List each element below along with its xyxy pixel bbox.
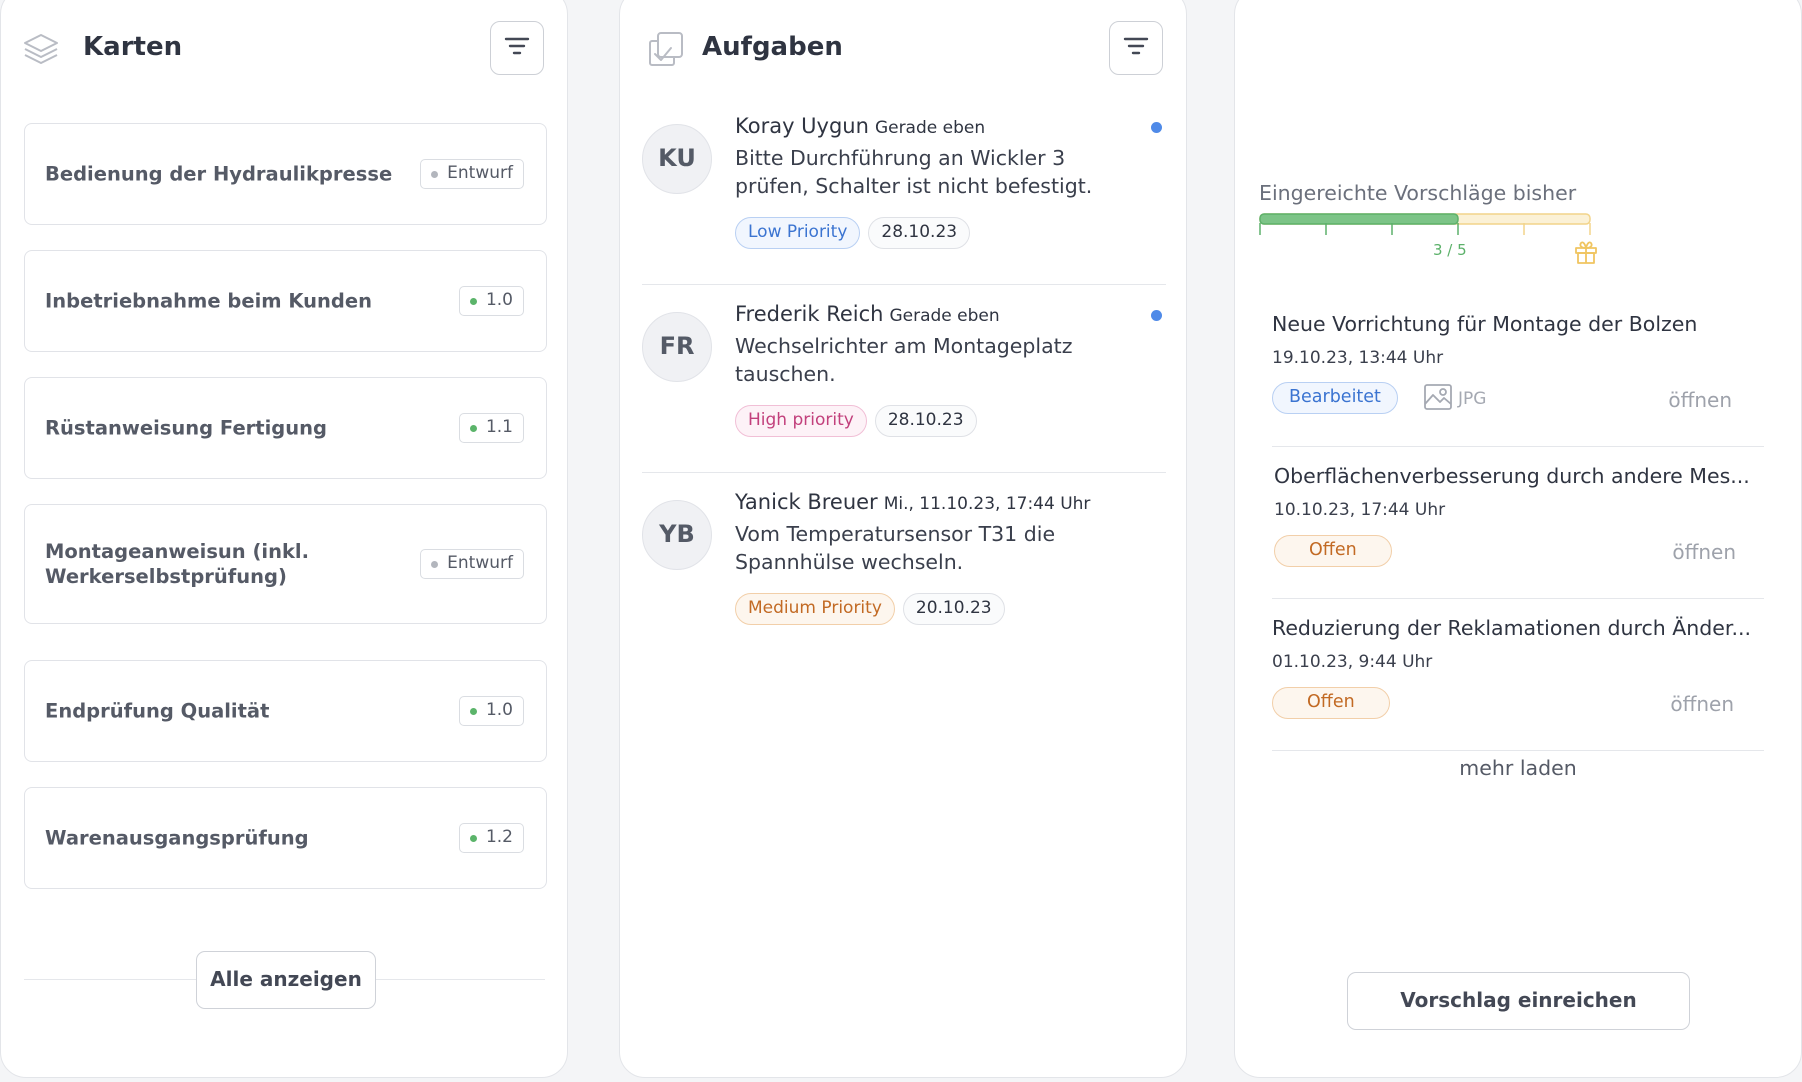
open-link[interactable]: öffnen [1670, 692, 1734, 716]
karten-filter-button[interactable] [490, 21, 544, 75]
suggestion-title: Neue Vorrichtung für Montage der Bolzen [1272, 312, 1698, 336]
karte-title: Bedienung der Hydraulikpresse [45, 162, 393, 186]
karte-title: Warenausgangsprüfung [45, 826, 309, 850]
karte-title: Inbetriebnahme beim Kunden [45, 289, 372, 313]
suggestion-date: 19.10.23, 13:44 Uhr [1272, 348, 1444, 368]
karte-status-badge: 1.0 [458, 286, 524, 316]
task-tags: Low Priority 28.10.23 [735, 217, 971, 249]
status-dot [469, 835, 477, 842]
load-more-link[interactable]: mehr laden [1235, 756, 1801, 780]
avatar: KU [642, 124, 712, 194]
task-item[interactable]: KU Koray Uygun Gerade eben Bitte Durchfüh… [642, 114, 1166, 264]
filter-icon [1123, 36, 1149, 60]
suggestion-title: Oberflächenverbesserung durch andere Mes… [1274, 464, 1750, 488]
status-badge: Offen [1274, 535, 1392, 567]
suggestion-item[interactable]: Neue Vorrichtung für Montage der Bolzen … [1272, 312, 1765, 432]
karte-card[interactable]: Warenausgangsprüfung 1.2 [24, 787, 547, 889]
attachment-type: JPG [1458, 389, 1487, 409]
aufgaben-filter-button[interactable] [1109, 21, 1163, 75]
avatar: YB [642, 500, 712, 570]
suggestion-date: 01.10.23, 9:44 Uhr [1272, 652, 1433, 672]
karte-card[interactable]: Bedienung der Hydraulikpresse Entwurf [24, 123, 547, 225]
filter-icon [504, 36, 530, 60]
task-text: Vom Temperatursensor T31 die Spannhülse … [735, 522, 1056, 574]
task-time: Gerade eben [874, 118, 986, 138]
karte-status-badge: 1.1 [458, 413, 524, 443]
task-item[interactable]: YB Yanick Breuer Mi., 11.10.23, 17:44 Uhr… [642, 490, 1166, 640]
karte-title: Montageanweisun (inkl. Werkerselbstprüfu… [45, 540, 310, 588]
divider [642, 284, 1166, 285]
task-item[interactable]: FR Frederik Reich Gerade eben Wechselrich… [642, 302, 1166, 452]
vorschlaege-panel: Eingereichte Vorschläge bisher 3 / 5 Neu… [1234, 0, 1802, 1078]
submit-suggestion-button[interactable]: Vorschlag einreichen [1347, 972, 1690, 1030]
avatar: FR [642, 312, 712, 382]
divider [1272, 750, 1764, 751]
suggestion-title: Reduzierung der Reklamationen durch Ände… [1272, 616, 1752, 640]
karte-status-badge: 1.2 [458, 823, 524, 853]
status-dot [431, 171, 439, 178]
suggestion-item[interactable]: Oberflächenverbesserung durch andere Mes… [1274, 464, 1767, 584]
progress-count: 3 / 5 [1433, 241, 1467, 259]
task-time: Mi., 11.10.23, 17:44 Uhr [883, 494, 1091, 514]
image-icon [1423, 382, 1453, 417]
task-author: Koray Uygun Gerade eben [735, 114, 986, 138]
task-author: Yanick Breuer Mi., 11.10.23, 17:44 Uhr [735, 490, 1091, 514]
karte-status-badge: 1.0 [458, 696, 524, 726]
layers-icon [21, 29, 61, 69]
show-all-button[interactable]: Alle anzeigen [196, 951, 376, 1009]
status-dot [431, 561, 439, 568]
unread-indicator [1151, 122, 1162, 133]
suggestion-date: 10.10.23, 17:44 Uhr [1274, 500, 1446, 520]
karten-title: Karten [83, 32, 183, 62]
karte-status-badge: Entwurf [420, 549, 524, 579]
aufgaben-panel: Aufgaben KU Koray Uygun Gerade eben Bitte… [619, 0, 1187, 1078]
task-tags: Medium Priority 20.10.23 [735, 593, 1005, 625]
task-text: Bitte Durchführung an Wickler 3 prüfen, … [735, 146, 1093, 198]
aufgaben-title: Aufgaben [702, 32, 843, 62]
karte-card[interactable]: Endprüfung Qualität 1.0 [24, 660, 547, 762]
open-link[interactable]: öffnen [1668, 388, 1732, 412]
date-badge: 20.10.23 [902, 593, 1005, 625]
unread-indicator [1151, 310, 1162, 321]
priority-badge: High priority [735, 405, 867, 437]
attachment[interactable]: JPG [1423, 382, 1486, 416]
karte-card[interactable]: Inbetriebnahme beim Kunden 1.0 [24, 250, 547, 352]
karten-header: Karten [1, 1, 567, 95]
date-badge: 28.10.23 [868, 217, 971, 249]
task-text: Wechselrichter am Montageplatz tauschen. [735, 334, 1073, 386]
progress-label: Eingereichte Vorschläge bisher [1259, 181, 1577, 205]
status-dot [469, 425, 477, 432]
progress-bar [1259, 213, 1591, 253]
karte-title: Endprüfung Qualität [45, 699, 270, 723]
status-dot [469, 298, 477, 305]
task-author: Frederik Reich Gerade eben [735, 302, 1000, 326]
task-time: Gerade eben [889, 306, 1000, 326]
karten-panel: Karten Bedienung der Hydraulikpresse Ent… [0, 0, 568, 1078]
status-badge: Offen [1272, 687, 1390, 719]
status-dot [469, 708, 477, 715]
karte-status-badge: Entwurf [420, 159, 524, 189]
status-badge: Bearbeitet [1272, 382, 1398, 414]
karte-card[interactable]: Rüstanweisung Fertigung 1.1 [24, 377, 547, 479]
open-link[interactable]: öffnen [1672, 540, 1736, 564]
task-tags: High priority 28.10.23 [735, 405, 977, 437]
divider [1272, 446, 1764, 447]
aufgaben-header: Aufgaben [620, 1, 1186, 95]
divider [642, 472, 1166, 473]
karte-card[interactable]: Montageanweisun (inkl. Werkerselbstprüfu… [24, 504, 547, 624]
date-badge: 28.10.23 [874, 405, 977, 437]
checkbox-stack-icon [646, 29, 686, 69]
priority-badge: Low Priority [735, 217, 861, 249]
priority-badge: Medium Priority [735, 593, 895, 625]
suggestion-item[interactable]: Reduzierung der Reklamationen durch Ände… [1272, 616, 1765, 736]
gift-icon [1573, 239, 1599, 269]
divider [1272, 598, 1764, 599]
karte-title: Rüstanweisung Fertigung [45, 416, 327, 440]
